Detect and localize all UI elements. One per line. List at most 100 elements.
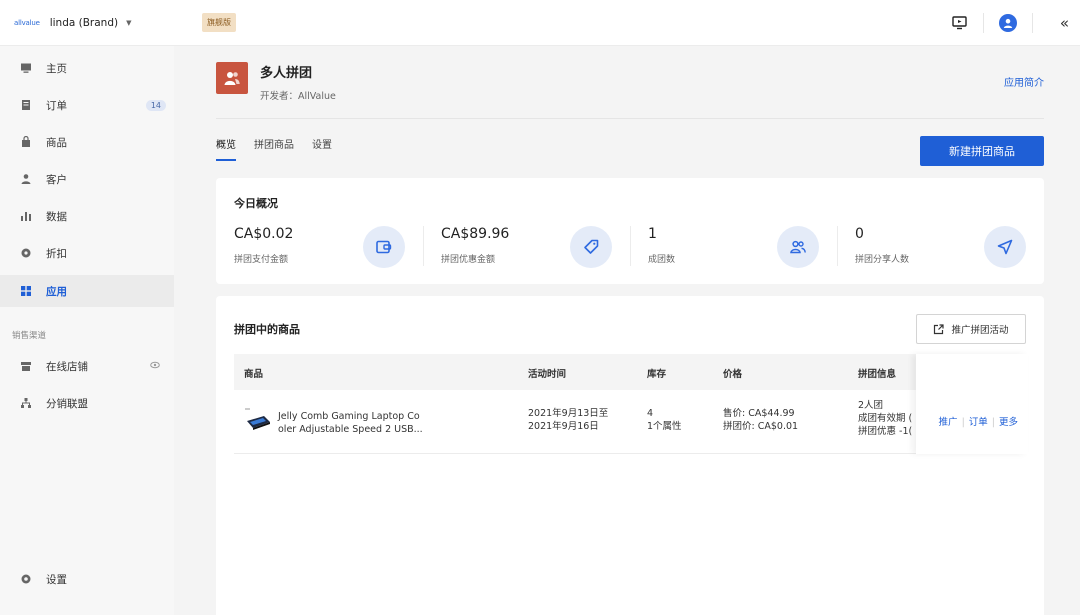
sidebar-item-home[interactable]: 主页 bbox=[0, 52, 174, 84]
app-developer: 开发者：AllValue bbox=[260, 91, 336, 102]
sidebar-item-label: 应用 bbox=[46, 285, 67, 298]
app-intro-link[interactable]: 应用简介 bbox=[1004, 74, 1044, 89]
group-size: 2人团 bbox=[858, 400, 884, 411]
sidebar-item-online-store[interactable]: 在线店铺 bbox=[0, 350, 174, 382]
product-name-line: oler Adjustable Speed 2 USB... bbox=[278, 424, 423, 435]
stat-value: CA$89.96 bbox=[441, 226, 510, 242]
discount-gear-icon bbox=[20, 247, 32, 259]
stat-discount-amount: CA$89.96 拼团优惠金额 bbox=[423, 226, 630, 272]
actions-column: 推广 | 订单 | 更多 bbox=[916, 354, 1028, 454]
divider: | bbox=[991, 417, 995, 428]
group-validity: 成团有效期 ( bbox=[858, 413, 913, 424]
sidebar-item-label: 分销联盟 bbox=[46, 397, 88, 410]
more-link[interactable]: 更多 bbox=[999, 417, 1018, 428]
activity-time: 2021年9月13日至 2021年9月16日 bbox=[528, 407, 608, 433]
stat-value: 1 bbox=[648, 226, 657, 242]
variant-count: 1个属性 bbox=[647, 421, 682, 432]
monitor-preview-icon[interactable] bbox=[952, 15, 968, 31]
store-name[interactable]: linda (Brand) bbox=[50, 17, 118, 29]
sidebar-item-affiliate[interactable]: 分销联盟 bbox=[0, 387, 174, 419]
sidebar-item-label: 数据 bbox=[46, 210, 67, 223]
today-overview-card: 今日概况 CA$0.02 拼团支付金额 CA$89.96 拼团优惠金额 1 成团… bbox=[216, 178, 1044, 284]
stock-count: 4 bbox=[647, 408, 654, 419]
laptop-cooler-thumbnail[interactable] bbox=[244, 408, 272, 432]
column-header-stock: 库存 bbox=[647, 369, 667, 380]
apps-grid-icon bbox=[20, 285, 32, 297]
sale-price: 售价: CA$44.99 bbox=[723, 408, 795, 419]
activity-end: 2021年9月16日 bbox=[528, 421, 599, 432]
app-title: 多人拼团 bbox=[260, 66, 313, 81]
promote-activity-label: 推广拼团活动 bbox=[951, 325, 1009, 336]
column-header-price: 价格 bbox=[723, 369, 743, 380]
order-icon bbox=[20, 99, 32, 111]
store-switcher[interactable]: allvalue linda (Brand) ▼ bbox=[0, 17, 174, 29]
allvalue-logo: allvalue bbox=[14, 18, 40, 27]
wallet-icon bbox=[363, 226, 405, 268]
table-header: 商品 活动时间 库存 价格 拼团信息 操作 bbox=[234, 354, 1028, 390]
sidebar-item-label: 主页 bbox=[46, 62, 67, 75]
group-products-card: 拼团中的商品 推广拼团活动 商品 活动时间 库存 价格 拼团信息 操作 Jell… bbox=[216, 296, 1044, 615]
tag-icon bbox=[570, 226, 612, 268]
external-link-icon bbox=[933, 323, 945, 335]
stat-value: CA$0.02 bbox=[234, 226, 294, 242]
app-header: 多人拼团 开发者：AllValue bbox=[216, 62, 336, 102]
user-avatar-icon[interactable] bbox=[998, 14, 1017, 32]
sidebar-item-orders[interactable]: 订单 14 bbox=[0, 89, 174, 121]
eye-icon[interactable] bbox=[150, 360, 160, 372]
top-bar: allvalue linda (Brand) ▼ 旗舰版 « bbox=[0, 0, 1080, 46]
group-price: 拼团价: CA$0.01 bbox=[723, 421, 799, 432]
collapse-panel-icon[interactable]: « bbox=[1060, 14, 1069, 32]
promote-link[interactable]: 推广 bbox=[939, 417, 958, 428]
group-users-icon bbox=[777, 226, 819, 268]
store-icon bbox=[20, 360, 32, 372]
stat-label: 拼团优惠金额 bbox=[441, 255, 496, 265]
group-buy-app-icon bbox=[216, 62, 248, 94]
price: 售价: CA$44.99 拼团价: CA$0.01 bbox=[723, 407, 798, 433]
sidebar: 主页 订单 14 商品 客户 数据 折扣 应用 销售渠道 在线店铺 分销联盟 设… bbox=[0, 46, 174, 615]
stat-value: 0 bbox=[855, 226, 864, 242]
stat-label: 成团数 bbox=[648, 255, 676, 265]
stat-label: 拼团分享人数 bbox=[855, 255, 910, 265]
card-title: 拼团中的商品 bbox=[234, 323, 300, 336]
table-row[interactable]: Jelly Comb Gaming Laptop Co oler Adjusta… bbox=[234, 390, 1028, 454]
column-header-group-info: 拼团信息 bbox=[858, 369, 897, 380]
sidebar-item-discounts[interactable]: 折扣 bbox=[0, 237, 174, 269]
network-icon bbox=[20, 397, 32, 409]
group-info: 2人团 成团有效期 ( 拼团优惠 -1( bbox=[858, 399, 912, 438]
divider bbox=[982, 13, 984, 33]
sidebar-item-settings[interactable]: 设置 bbox=[0, 563, 174, 595]
orders-count-badge: 14 bbox=[145, 99, 166, 111]
promote-activity-button[interactable]: 推广拼团活动 bbox=[916, 314, 1026, 344]
sidebar-item-apps[interactable]: 应用 bbox=[0, 275, 174, 307]
sales-channels-heading: 销售渠道 bbox=[12, 331, 47, 341]
group-products-table: 商品 活动时间 库存 价格 拼团信息 操作 Jelly Comb Gaming … bbox=[234, 354, 1028, 454]
orders-link[interactable]: 订单 bbox=[969, 417, 988, 428]
edition-badge: 旗舰版 bbox=[202, 13, 236, 32]
stat-label: 拼团支付金额 bbox=[234, 255, 289, 265]
tab-settings[interactable]: 设置 bbox=[312, 136, 332, 161]
divider bbox=[1031, 13, 1033, 33]
tab-group-products[interactable]: 拼团商品 bbox=[254, 136, 294, 161]
stat-groups-formed: 1 成团数 bbox=[630, 226, 837, 272]
tab-bar: 概览 拼团商品 设置 bbox=[216, 136, 350, 161]
sidebar-item-products[interactable]: 商品 bbox=[0, 126, 174, 158]
sidebar-item-data[interactable]: 数据 bbox=[0, 200, 174, 232]
monitor-icon bbox=[20, 62, 32, 74]
send-icon bbox=[984, 226, 1026, 268]
product-name[interactable]: Jelly Comb Gaming Laptop Co oler Adjusta… bbox=[278, 410, 478, 436]
stock: 4 1个属性 bbox=[647, 407, 682, 433]
sidebar-item-customers[interactable]: 客户 bbox=[0, 163, 174, 195]
tab-overview[interactable]: 概览 bbox=[216, 136, 236, 161]
stat-share-count: 0 拼团分享人数 bbox=[837, 226, 1044, 272]
sidebar-item-label: 订单 bbox=[46, 99, 67, 112]
column-header-time: 活动时间 bbox=[528, 369, 567, 380]
sidebar-item-label: 折扣 bbox=[46, 247, 67, 260]
sidebar-item-label: 在线店铺 bbox=[46, 360, 88, 373]
bar-chart-icon bbox=[20, 210, 32, 222]
sidebar-item-label: 商品 bbox=[46, 136, 67, 149]
caret-down-icon[interactable]: ▼ bbox=[126, 19, 131, 27]
sidebar-item-label: 客户 bbox=[46, 173, 67, 186]
main-content: 多人拼团 开发者：AllValue 应用简介 概览 拼团商品 设置 新建拼团商品… bbox=[174, 46, 1080, 615]
gear-icon bbox=[20, 573, 32, 585]
new-group-product-button[interactable]: 新建拼团商品 bbox=[920, 136, 1044, 166]
